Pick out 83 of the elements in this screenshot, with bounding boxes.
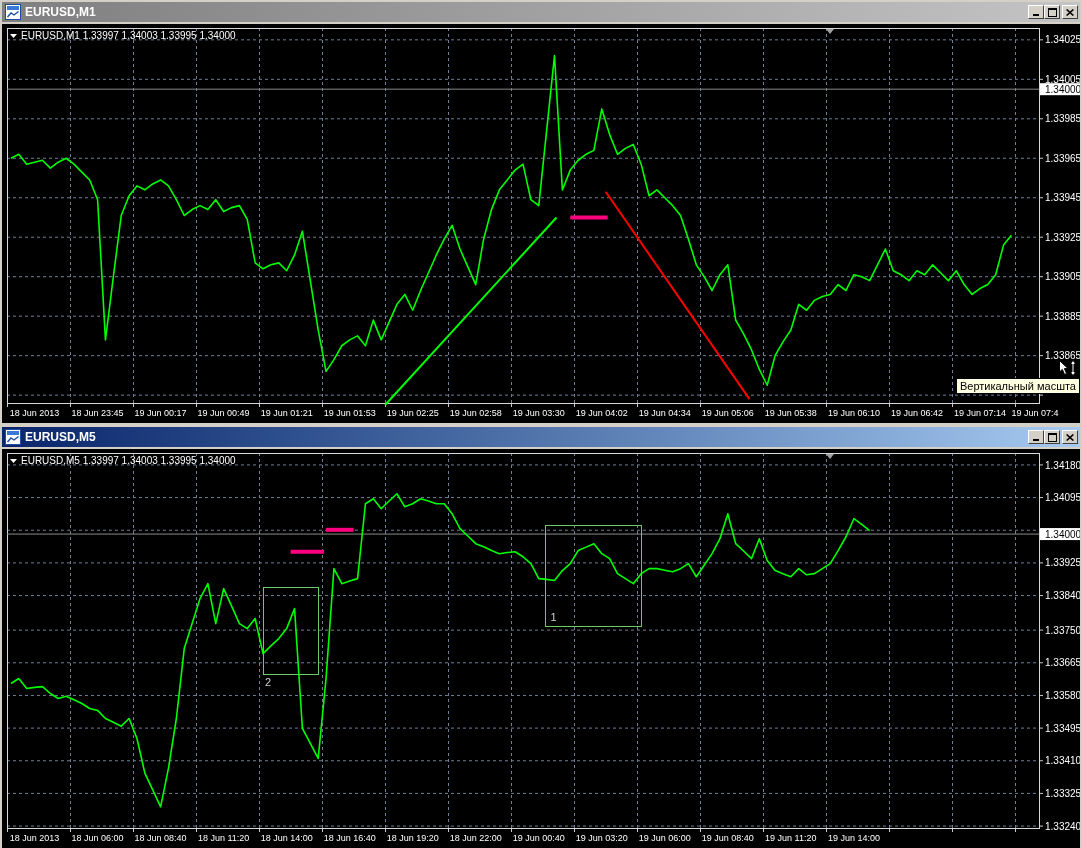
- time-label: 18 Jun 2013: [9, 408, 60, 418]
- time-label: 19 Jun 00:40: [512, 833, 565, 843]
- time-label: 19 Jun 04:02: [575, 408, 628, 418]
- price-label: 1.33945: [1045, 192, 1080, 204]
- time-label: 19 Jun 03:20: [575, 833, 628, 843]
- time-label: 19 Jun 05:06: [701, 408, 754, 418]
- ref-line-label: 1.34000: [1045, 83, 1082, 95]
- chart-header: EURUSD,M5 1.33997 1.34003 1.33995 1.34000: [21, 455, 236, 466]
- chart-window-icon: [5, 429, 21, 445]
- time-label: 19 Jun 06:00: [638, 833, 691, 843]
- price-label: 1.34095: [1045, 492, 1080, 504]
- time-label: 18 Jun 14:00: [260, 833, 313, 843]
- time-label: 18 Jun 2013: [9, 833, 60, 843]
- price-label: 1.33580: [1045, 690, 1080, 702]
- time-label: 19 Jun 07:14: [953, 408, 1006, 418]
- time-label: 18 Jun 16:40: [323, 833, 376, 843]
- price-label: 1.33325: [1045, 788, 1080, 799]
- ref-line-label: 1.34000: [1045, 528, 1082, 540]
- time-label: 19 Jun 03:30: [512, 408, 565, 418]
- object-label: 2: [265, 675, 272, 688]
- maximize-button[interactable]: [1044, 5, 1060, 19]
- close-icon: [1066, 433, 1074, 441]
- price-label: 1.33985: [1045, 113, 1080, 125]
- tooltip: Вертикальный масшта: [955, 378, 1080, 394]
- price-label: 1.33905: [1045, 271, 1080, 283]
- close-button[interactable]: [1062, 5, 1078, 19]
- price-label: 1.34005: [1045, 73, 1080, 85]
- price-label: 1.33665: [1045, 657, 1080, 669]
- chart-window-icon: [5, 4, 21, 20]
- time-label: 19 Jun 00:17: [134, 408, 187, 418]
- window-title: EURUSD,M1: [25, 4, 96, 21]
- close-button[interactable]: [1062, 430, 1078, 444]
- price-label: 1.33495: [1045, 722, 1080, 734]
- trend-line: [290, 549, 325, 554]
- time-label: 18 Jun 23:45: [71, 408, 124, 418]
- minimize-button[interactable]: [1028, 430, 1044, 444]
- time-label: 19 Jun 02:58: [449, 408, 502, 418]
- price-label: 1.33840: [1045, 590, 1080, 602]
- time-label: 19 Jun 06:42: [890, 408, 943, 418]
- caret-icon[interactable]: [10, 459, 17, 463]
- price-label: 1.33240: [1045, 820, 1080, 832]
- time-label: 19 Jun 02:25: [386, 408, 439, 418]
- time-label: 19 Jun 01:21: [260, 408, 313, 418]
- close-icon: [1066, 8, 1074, 16]
- time-label: 19 Jun 06:10: [827, 408, 880, 418]
- time-label: 18 Jun 22:00: [449, 833, 502, 843]
- price-tag: 1.34000: [1040, 528, 1080, 541]
- chart-header: EURUSD,M1 1.33997 1.34003 1.33995 1.34000: [21, 30, 236, 41]
- object-label: 1: [550, 610, 557, 623]
- price-label: 1.34180: [1045, 459, 1080, 471]
- price-label: 1.33885: [1045, 310, 1080, 322]
- time-label: 19 Jun 04:34: [638, 408, 691, 418]
- minimize-icon: [1033, 439, 1039, 441]
- minimize-icon: [1033, 14, 1039, 16]
- trend-line: [326, 527, 354, 532]
- time-label: 18 Jun 06:00: [71, 833, 124, 843]
- caret-icon[interactable]: [10, 34, 17, 38]
- time-label: 19 Jun 11:20: [765, 833, 817, 843]
- time-label: 19 Jun 14:00: [827, 833, 880, 843]
- time-label: 19 Jun 00:49: [197, 408, 250, 418]
- time-label: 19 Jun 07:4: [1011, 408, 1059, 418]
- price-label: 1.33925: [1045, 231, 1080, 243]
- price-label: 1.33865: [1045, 350, 1080, 362]
- time-label: 19 Jun 08:40: [701, 833, 754, 843]
- shift-marker-icon[interactable]: [826, 454, 834, 459]
- minimize-button[interactable]: [1028, 5, 1044, 19]
- time-label: 19 Jun 05:38: [764, 408, 817, 418]
- maximize-icon: [1047, 7, 1057, 17]
- maximize-button[interactable]: [1044, 430, 1060, 444]
- shift-marker-icon[interactable]: [826, 29, 834, 34]
- window-title: EURUSD,M5: [25, 429, 96, 446]
- price-label: 1.33965: [1045, 152, 1080, 164]
- time-label: 18 Jun 08:40: [134, 833, 187, 843]
- price-label: 1.33750: [1045, 624, 1080, 636]
- mouse-cursor-icon: [1059, 360, 1077, 376]
- maximize-icon: [1047, 432, 1057, 442]
- price-tag: 1.34000: [1040, 83, 1080, 96]
- price-label: 1.33410: [1045, 755, 1080, 767]
- price-label: 1.33925: [1045, 557, 1080, 569]
- time-label: 19 Jun 01:53: [323, 408, 376, 418]
- price-label: 1.34025: [1045, 34, 1080, 46]
- time-label: 18 Jun 19:20: [386, 833, 439, 843]
- time-label: 18 Jun 11:20: [197, 833, 250, 843]
